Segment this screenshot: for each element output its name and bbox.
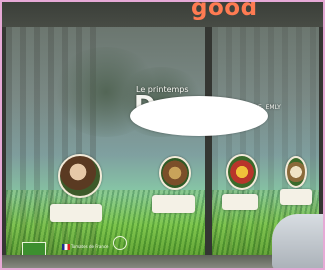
product-medallion-3 [285,156,307,188]
brand-sign: good [191,0,258,21]
french-flag-icon [62,244,70,250]
product-medallion-1 [159,156,191,190]
product-medallion-2 [226,154,258,190]
product-caption-card-2 [222,194,258,210]
parked-car [272,214,325,270]
portrait-caption-card [50,204,102,222]
flag-caption: Tomates de France [71,244,109,249]
shop-window-left: Le printemps D Tomates de France [6,27,207,260]
window-frame-center [205,27,212,260]
window-frame-left [0,27,6,260]
round-badge-icon [113,236,127,250]
portrait-medallion [58,154,102,198]
product-caption-card-1 [152,195,195,213]
storefront-photo: good Le printemps D Tomates de France E,… [0,0,325,270]
product-caption-card-3 [280,189,312,205]
redaction-oval [130,96,268,136]
